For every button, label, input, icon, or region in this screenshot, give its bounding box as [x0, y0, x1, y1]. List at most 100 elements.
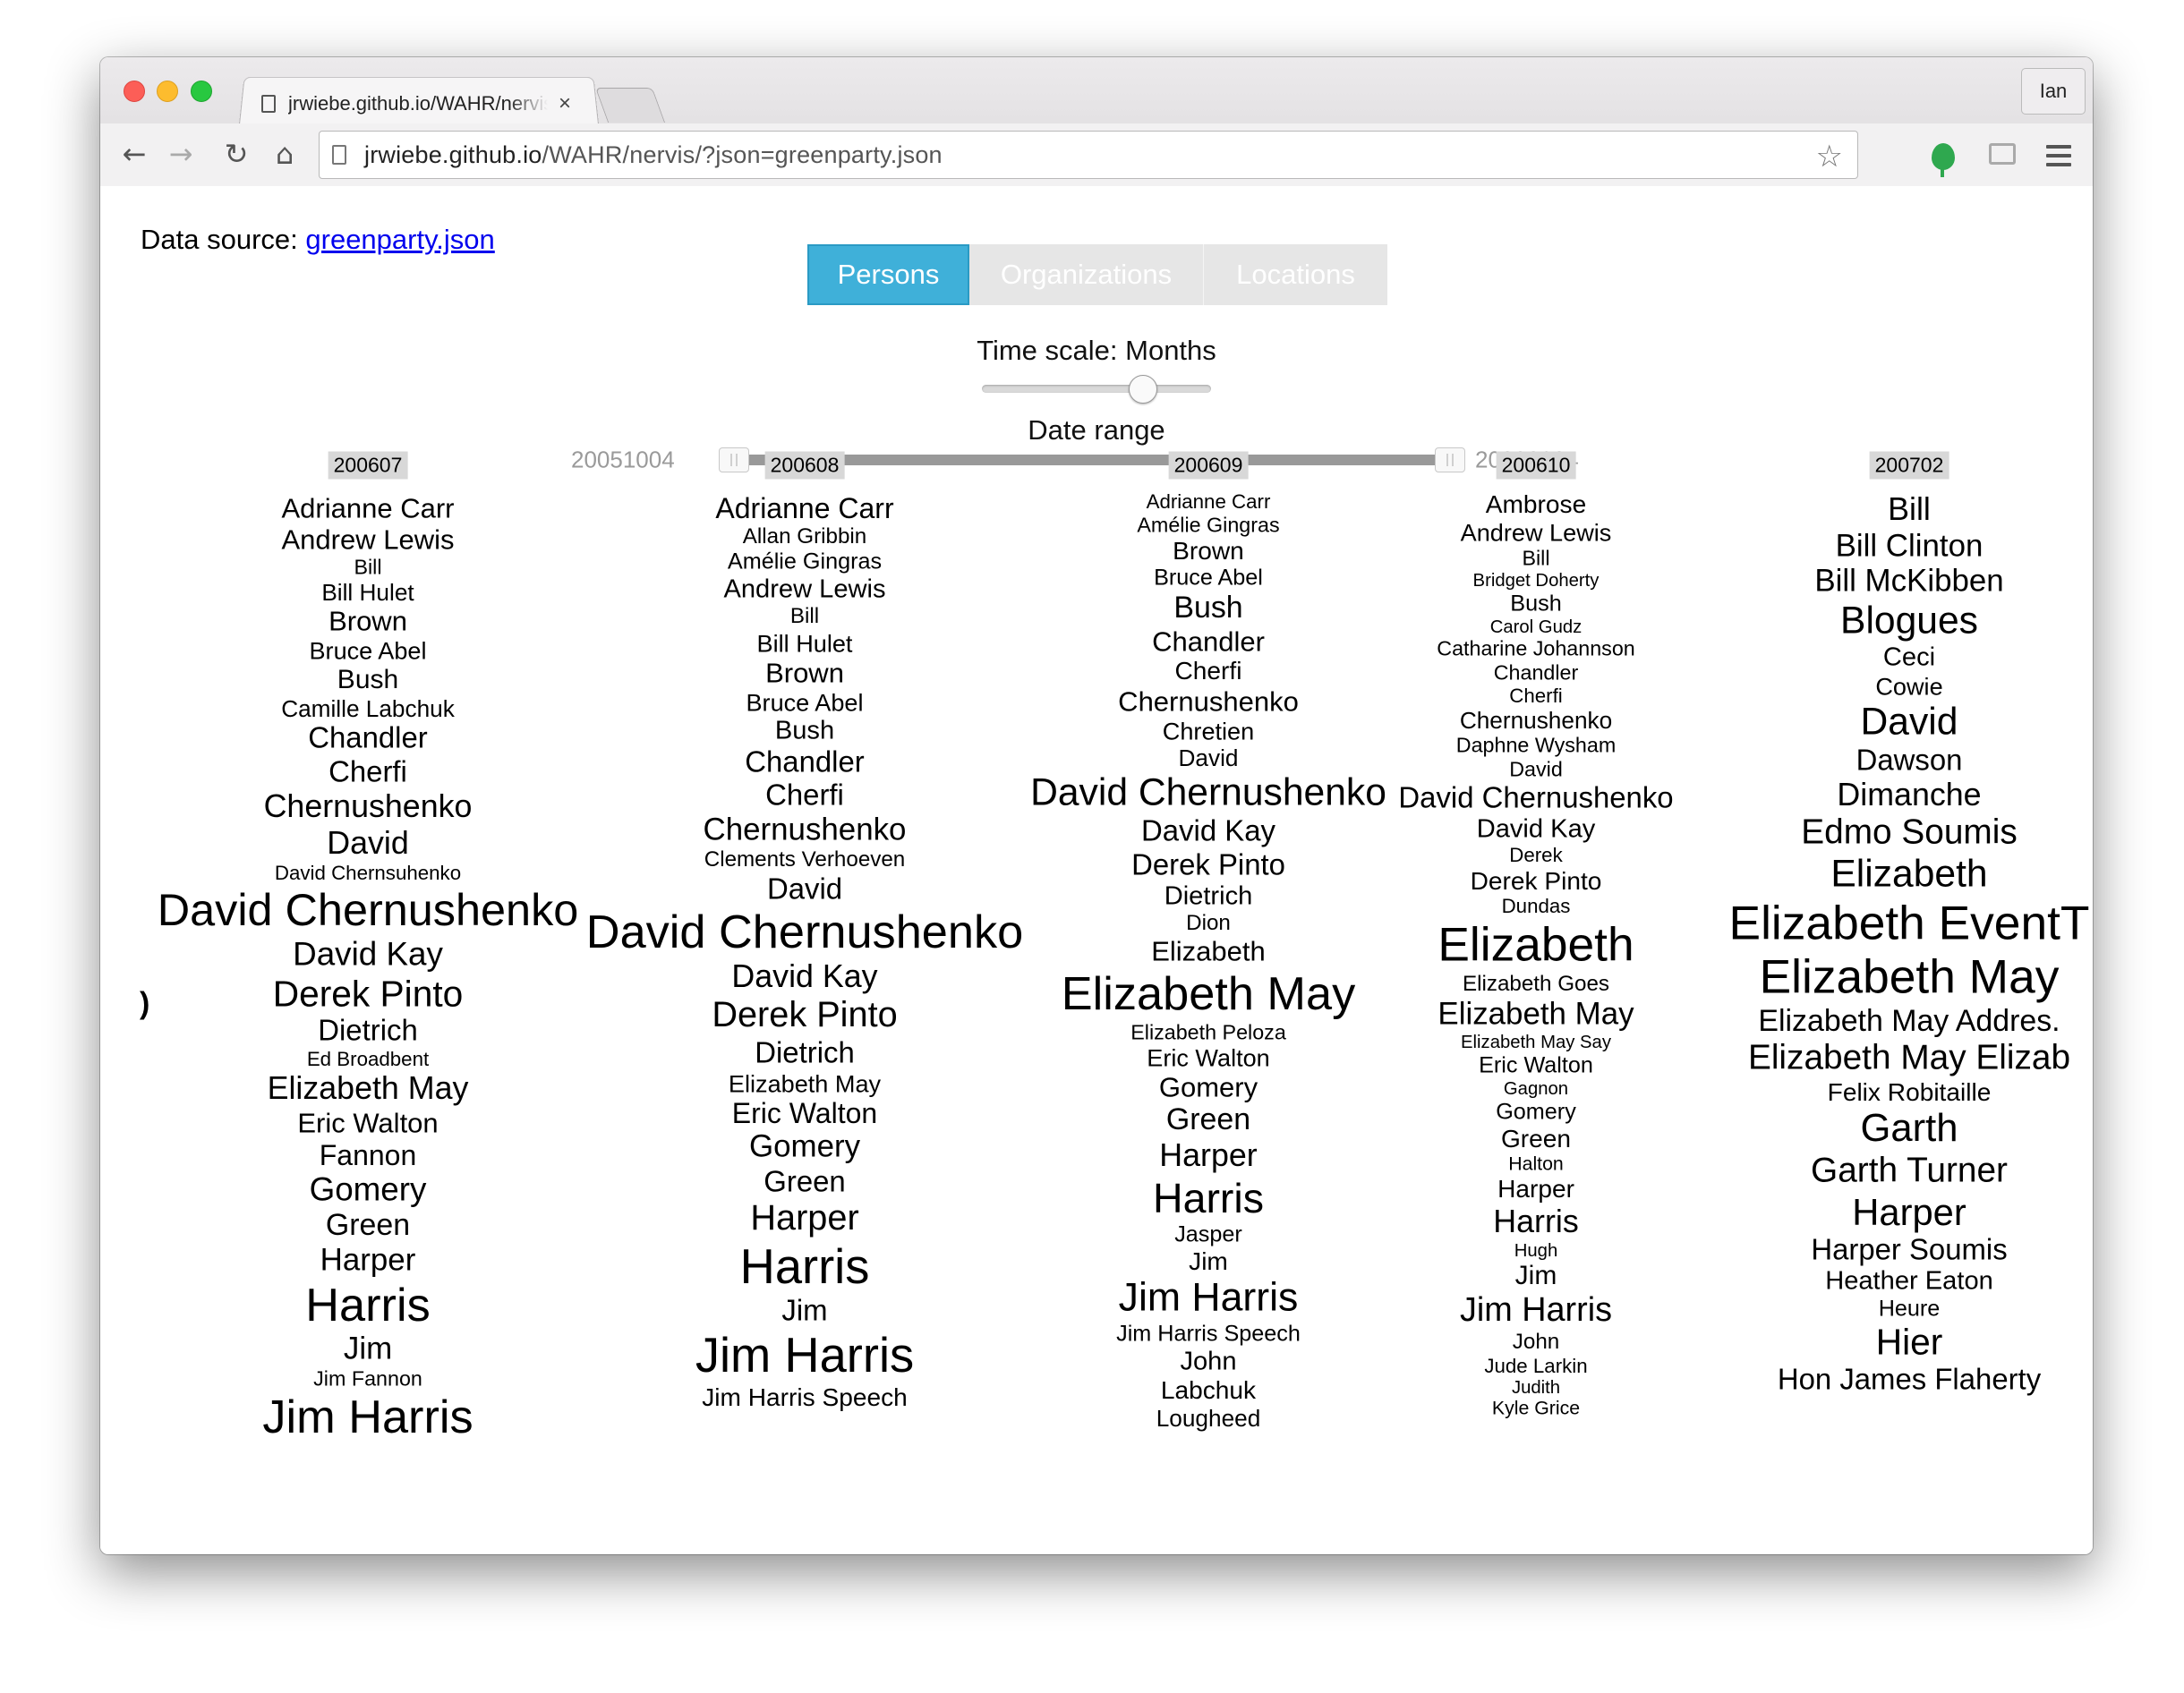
entity-word[interactable]: David Kay	[731, 961, 877, 993]
entity-word[interactable]: Harris	[1493, 1205, 1578, 1238]
entity-word[interactable]: Cherfi	[328, 756, 407, 787]
entity-word[interactable]: Fannon	[320, 1141, 417, 1170]
entity-word[interactable]: Hier	[1876, 1324, 1943, 1361]
entity-word[interactable]: Adrianne Carr	[715, 494, 893, 523]
entity-word[interactable]: Andrew Lewis	[723, 576, 885, 602]
entity-word[interactable]: John	[1513, 1331, 1559, 1353]
entity-word[interactable]: Jim	[1515, 1263, 1557, 1289]
entity-word[interactable]: Elizabeth Goes	[1463, 973, 1609, 995]
entity-word[interactable]: Elizabeth May	[1062, 970, 1355, 1017]
entity-word[interactable]: Dimanche	[1837, 778, 1981, 812]
entity-word[interactable]: Bill Hulet	[757, 631, 853, 655]
entity-word[interactable]: Brown	[328, 608, 407, 635]
tab-organizations[interactable]: Organizations	[969, 244, 1204, 305]
entity-word[interactable]: Brown	[765, 659, 844, 686]
entity-word[interactable]: Elizabeth May	[1760, 953, 2060, 1001]
entity-word[interactable]: Amélie Gingras	[1137, 514, 1279, 535]
entity-word[interactable]: David Kay	[1141, 816, 1275, 846]
entity-word[interactable]: Ceci	[1883, 644, 1935, 670]
entity-word[interactable]: Elizabeth May	[268, 1072, 469, 1105]
entity-word[interactable]: David	[1861, 702, 1958, 741]
entity-word[interactable]: Eric Walton	[297, 1109, 438, 1136]
tab-close-icon[interactable]: ×	[559, 91, 571, 116]
entity-word[interactable]: Chernushenko	[1460, 709, 1612, 732]
entity-word[interactable]: Chandler	[1494, 661, 1579, 683]
entity-word[interactable]: Ed Broadbent	[307, 1049, 429, 1069]
entity-word[interactable]: Amélie Gingras	[728, 550, 882, 574]
entity-word[interactable]: David	[1179, 746, 1239, 770]
address-bar[interactable]: jrwiebe.github.io/WAHR/nervis/?json=gree…	[319, 131, 1858, 179]
data-source-link[interactable]: greenparty.json	[305, 224, 494, 255]
entity-word[interactable]: Chernushenko	[1118, 687, 1299, 715]
entity-word[interactable]: Harper	[1497, 1177, 1574, 1202]
entity-word[interactable]: Dietrich	[755, 1037, 855, 1068]
entity-word[interactable]: Dundas	[1502, 896, 1571, 916]
entity-word[interactable]: David	[327, 827, 409, 860]
entity-word[interactable]: Harris	[305, 1281, 430, 1329]
entity-word[interactable]: Ambrose	[1486, 491, 1586, 517]
entity-word[interactable]: Andrew Lewis	[282, 525, 455, 553]
entity-word[interactable]: Gomery	[1159, 1074, 1258, 1102]
entity-word[interactable]: Eric Walton	[1479, 1054, 1593, 1076]
entity-word[interactable]: John	[1180, 1348, 1236, 1374]
entity-word[interactable]: Harper	[1159, 1139, 1257, 1172]
entity-word[interactable]: Carol Gudz	[1490, 617, 1583, 636]
url-text[interactable]: jrwiebe.github.io/WAHR/nervis/?json=gree…	[364, 141, 943, 169]
entity-word[interactable]: David Kay	[293, 937, 443, 971]
entity-word[interactable]: Bill	[1522, 548, 1549, 569]
time-scale-slider-track[interactable]	[982, 385, 1211, 393]
entity-word[interactable]: David Kay	[1477, 816, 1596, 842]
entity-word[interactable]: Heather Eaton	[1825, 1268, 1993, 1295]
entity-word[interactable]: Bill	[790, 605, 819, 627]
entity-word[interactable]: Cowie	[1875, 674, 1942, 698]
entity-word[interactable]: Green	[1166, 1104, 1250, 1136]
back-arrow-icon[interactable]: ←	[115, 134, 154, 174]
entity-word[interactable]: Bush	[775, 717, 834, 744]
entity-word[interactable]: Derek Pinto	[273, 975, 464, 1012]
entity-word[interactable]: Eric Walton	[732, 1099, 877, 1127]
entity-word[interactable]: Jim Harris	[1460, 1293, 1612, 1328]
entity-word[interactable]: Edmo Soumis	[1801, 815, 2018, 851]
window-minimize-button[interactable]	[157, 81, 178, 102]
entity-word[interactable]: Gomery	[749, 1131, 860, 1163]
entity-word[interactable]: Lougheed	[1156, 1407, 1261, 1430]
entity-word[interactable]: Dietrich	[1165, 883, 1253, 909]
profile-button[interactable]: Ian	[2021, 68, 2086, 115]
entity-word[interactable]: David Chernushenko	[1398, 782, 1673, 812]
entity-word[interactable]: Harper	[320, 1245, 416, 1277]
entity-word[interactable]: David Chernushenko	[586, 909, 1023, 957]
entity-word[interactable]: Jim	[781, 1296, 827, 1326]
entity-word[interactable]: Gagnon	[1504, 1080, 1568, 1099]
hamburger-menu-icon[interactable]	[2046, 145, 2071, 166]
entity-word[interactable]: Cherfi	[1175, 658, 1242, 684]
entity-word[interactable]: Elizabeth May Addres.	[1758, 1006, 2060, 1037]
entity-word[interactable]: Kyle Grice	[1492, 1399, 1580, 1418]
entity-word[interactable]: Elizabeth EventT	[1729, 899, 2090, 948]
entity-word[interactable]: Bush	[1173, 592, 1242, 624]
entity-word[interactable]: Green	[764, 1167, 845, 1196]
entity-word[interactable]: Bush	[337, 666, 398, 693]
entity-word[interactable]: Cherfi	[765, 780, 844, 811]
entity-word[interactable]: Derek	[1509, 845, 1562, 865]
entity-word[interactable]: Garth	[1860, 1110, 1958, 1149]
entity-word[interactable]: Dawson	[1856, 744, 1963, 775]
entity-word[interactable]: David Chernushenko	[1030, 774, 1386, 812]
entity-word[interactable]: Bridget Doherty	[1473, 571, 1600, 590]
entity-word[interactable]: Andrew Lewis	[1461, 521, 1612, 545]
entity-word[interactable]: Jim Harris	[695, 1331, 914, 1380]
entity-word[interactable]: Elizabeth May Elizab	[1748, 1041, 2070, 1076]
entity-word[interactable]: Bush	[1510, 591, 1561, 615]
entity-word[interactable]: Catharine Johannson	[1437, 638, 1634, 659]
entity-word[interactable]: Eric Walton	[1147, 1046, 1270, 1070]
entity-word[interactable]: Camille Labchuk	[281, 696, 455, 720]
entity-word[interactable]: Felix Robitaille	[1828, 1080, 1992, 1105]
entity-word[interactable]: Harris	[1153, 1177, 1264, 1219]
entity-word[interactable]: Dion	[1186, 912, 1231, 934]
reload-icon[interactable]: ↻	[217, 134, 256, 174]
date-range-start-handle[interactable]	[719, 447, 749, 472]
entity-word[interactable]: Harper	[750, 1201, 858, 1237]
star-icon[interactable]: ☆	[1816, 139, 1843, 174]
entity-word[interactable]: Harper Soumis	[1811, 1235, 2007, 1264]
entity-word[interactable]: Judith	[1512, 1378, 1560, 1397]
entity-word[interactable]: Bruce Abel	[746, 690, 863, 714]
